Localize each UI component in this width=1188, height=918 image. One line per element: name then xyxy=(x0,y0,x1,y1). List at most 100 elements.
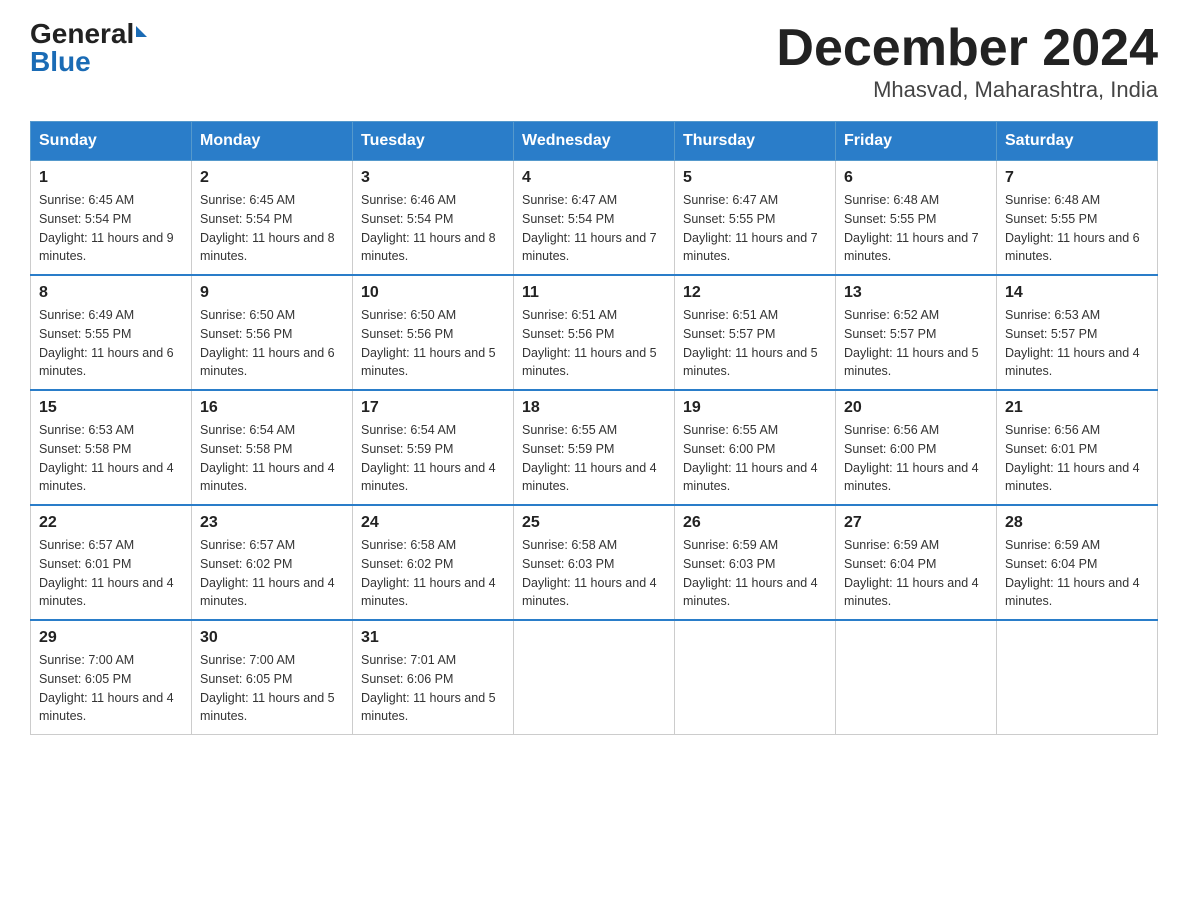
day-number: 27 xyxy=(844,514,988,532)
col-tuesday: Tuesday xyxy=(353,122,514,161)
calendar-week-row: 1 Sunrise: 6:45 AM Sunset: 5:54 PM Dayli… xyxy=(31,161,1158,276)
day-info: Sunrise: 6:53 AM Sunset: 5:58 PM Dayligh… xyxy=(39,421,183,496)
day-number: 19 xyxy=(683,399,827,417)
day-info: Sunrise: 6:45 AM Sunset: 5:54 PM Dayligh… xyxy=(39,191,183,266)
day-info: Sunrise: 6:49 AM Sunset: 5:55 PM Dayligh… xyxy=(39,306,183,381)
table-row: 11 Sunrise: 6:51 AM Sunset: 5:56 PM Dayl… xyxy=(514,275,675,390)
table-row: 16 Sunrise: 6:54 AM Sunset: 5:58 PM Dayl… xyxy=(192,390,353,505)
day-number: 24 xyxy=(361,514,505,532)
col-friday: Friday xyxy=(836,122,997,161)
day-info: Sunrise: 6:56 AM Sunset: 6:00 PM Dayligh… xyxy=(844,421,988,496)
table-row: 25 Sunrise: 6:58 AM Sunset: 6:03 PM Dayl… xyxy=(514,505,675,620)
day-number: 11 xyxy=(522,284,666,302)
day-info: Sunrise: 6:59 AM Sunset: 6:04 PM Dayligh… xyxy=(1005,536,1149,611)
day-info: Sunrise: 6:53 AM Sunset: 5:57 PM Dayligh… xyxy=(1005,306,1149,381)
day-number: 1 xyxy=(39,169,183,187)
day-number: 2 xyxy=(200,169,344,187)
table-row: 31 Sunrise: 7:01 AM Sunset: 6:06 PM Dayl… xyxy=(353,620,514,735)
day-info: Sunrise: 6:55 AM Sunset: 5:59 PM Dayligh… xyxy=(522,421,666,496)
table-row xyxy=(675,620,836,735)
day-number: 10 xyxy=(361,284,505,302)
day-info: Sunrise: 6:47 AM Sunset: 5:54 PM Dayligh… xyxy=(522,191,666,266)
day-number: 18 xyxy=(522,399,666,417)
day-number: 9 xyxy=(200,284,344,302)
logo-sub-text: Blue xyxy=(30,46,91,77)
day-number: 30 xyxy=(200,629,344,647)
table-row: 2 Sunrise: 6:45 AM Sunset: 5:54 PM Dayli… xyxy=(192,161,353,276)
table-row: 13 Sunrise: 6:52 AM Sunset: 5:57 PM Dayl… xyxy=(836,275,997,390)
day-number: 15 xyxy=(39,399,183,417)
table-row: 3 Sunrise: 6:46 AM Sunset: 5:54 PM Dayli… xyxy=(353,161,514,276)
table-row: 20 Sunrise: 6:56 AM Sunset: 6:00 PM Dayl… xyxy=(836,390,997,505)
table-row: 30 Sunrise: 7:00 AM Sunset: 6:05 PM Dayl… xyxy=(192,620,353,735)
col-monday: Monday xyxy=(192,122,353,161)
logo-main-text: General xyxy=(30,18,147,49)
day-info: Sunrise: 7:00 AM Sunset: 6:05 PM Dayligh… xyxy=(39,651,183,726)
table-row: 29 Sunrise: 7:00 AM Sunset: 6:05 PM Dayl… xyxy=(31,620,192,735)
day-number: 12 xyxy=(683,284,827,302)
day-info: Sunrise: 6:58 AM Sunset: 6:02 PM Dayligh… xyxy=(361,536,505,611)
table-row: 10 Sunrise: 6:50 AM Sunset: 5:56 PM Dayl… xyxy=(353,275,514,390)
calendar-title: December 2024 xyxy=(776,20,1158,77)
table-row: 12 Sunrise: 6:51 AM Sunset: 5:57 PM Dayl… xyxy=(675,275,836,390)
day-number: 16 xyxy=(200,399,344,417)
day-info: Sunrise: 6:57 AM Sunset: 6:01 PM Dayligh… xyxy=(39,536,183,611)
day-info: Sunrise: 7:01 AM Sunset: 6:06 PM Dayligh… xyxy=(361,651,505,726)
col-saturday: Saturday xyxy=(997,122,1158,161)
table-row: 5 Sunrise: 6:47 AM Sunset: 5:55 PM Dayli… xyxy=(675,161,836,276)
calendar-subtitle: Mhasvad, Maharashtra, India xyxy=(776,77,1158,103)
page-header: General Blue December 2024 Mhasvad, Maha… xyxy=(30,20,1158,103)
day-info: Sunrise: 6:46 AM Sunset: 5:54 PM Dayligh… xyxy=(361,191,505,266)
table-row: 23 Sunrise: 6:57 AM Sunset: 6:02 PM Dayl… xyxy=(192,505,353,620)
day-number: 17 xyxy=(361,399,505,417)
table-row: 18 Sunrise: 6:55 AM Sunset: 5:59 PM Dayl… xyxy=(514,390,675,505)
day-info: Sunrise: 6:54 AM Sunset: 5:58 PM Dayligh… xyxy=(200,421,344,496)
day-number: 26 xyxy=(683,514,827,532)
day-number: 4 xyxy=(522,169,666,187)
day-number: 7 xyxy=(1005,169,1149,187)
table-row xyxy=(997,620,1158,735)
table-row: 4 Sunrise: 6:47 AM Sunset: 5:54 PM Dayli… xyxy=(514,161,675,276)
day-info: Sunrise: 6:57 AM Sunset: 6:02 PM Dayligh… xyxy=(200,536,344,611)
calendar-week-row: 29 Sunrise: 7:00 AM Sunset: 6:05 PM Dayl… xyxy=(31,620,1158,735)
calendar-title-area: December 2024 Mhasvad, Maharashtra, Indi… xyxy=(776,20,1158,103)
table-row: 9 Sunrise: 6:50 AM Sunset: 5:56 PM Dayli… xyxy=(192,275,353,390)
col-wednesday: Wednesday xyxy=(514,122,675,161)
table-row: 28 Sunrise: 6:59 AM Sunset: 6:04 PM Dayl… xyxy=(997,505,1158,620)
table-row: 24 Sunrise: 6:58 AM Sunset: 6:02 PM Dayl… xyxy=(353,505,514,620)
table-row: 22 Sunrise: 6:57 AM Sunset: 6:01 PM Dayl… xyxy=(31,505,192,620)
calendar-week-row: 22 Sunrise: 6:57 AM Sunset: 6:01 PM Dayl… xyxy=(31,505,1158,620)
day-number: 28 xyxy=(1005,514,1149,532)
calendar-week-row: 15 Sunrise: 6:53 AM Sunset: 5:58 PM Dayl… xyxy=(31,390,1158,505)
table-row: 27 Sunrise: 6:59 AM Sunset: 6:04 PM Dayl… xyxy=(836,505,997,620)
day-info: Sunrise: 6:59 AM Sunset: 6:03 PM Dayligh… xyxy=(683,536,827,611)
day-number: 14 xyxy=(1005,284,1149,302)
day-number: 5 xyxy=(683,169,827,187)
table-row xyxy=(836,620,997,735)
day-number: 6 xyxy=(844,169,988,187)
day-number: 29 xyxy=(39,629,183,647)
day-number: 31 xyxy=(361,629,505,647)
day-info: Sunrise: 6:50 AM Sunset: 5:56 PM Dayligh… xyxy=(200,306,344,381)
day-info: Sunrise: 6:51 AM Sunset: 5:56 PM Dayligh… xyxy=(522,306,666,381)
table-row: 1 Sunrise: 6:45 AM Sunset: 5:54 PM Dayli… xyxy=(31,161,192,276)
day-number: 21 xyxy=(1005,399,1149,417)
table-row: 15 Sunrise: 6:53 AM Sunset: 5:58 PM Dayl… xyxy=(31,390,192,505)
calendar-header-row: Sunday Monday Tuesday Wednesday Thursday… xyxy=(31,122,1158,161)
calendar-table: Sunday Monday Tuesday Wednesday Thursday… xyxy=(30,121,1158,735)
table-row: 7 Sunrise: 6:48 AM Sunset: 5:55 PM Dayli… xyxy=(997,161,1158,276)
table-row: 8 Sunrise: 6:49 AM Sunset: 5:55 PM Dayli… xyxy=(31,275,192,390)
day-number: 20 xyxy=(844,399,988,417)
calendar-week-row: 8 Sunrise: 6:49 AM Sunset: 5:55 PM Dayli… xyxy=(31,275,1158,390)
table-row: 17 Sunrise: 6:54 AM Sunset: 5:59 PM Dayl… xyxy=(353,390,514,505)
day-number: 22 xyxy=(39,514,183,532)
table-row: 6 Sunrise: 6:48 AM Sunset: 5:55 PM Dayli… xyxy=(836,161,997,276)
day-number: 8 xyxy=(39,284,183,302)
day-info: Sunrise: 6:58 AM Sunset: 6:03 PM Dayligh… xyxy=(522,536,666,611)
day-info: Sunrise: 6:47 AM Sunset: 5:55 PM Dayligh… xyxy=(683,191,827,266)
table-row: 26 Sunrise: 6:59 AM Sunset: 6:03 PM Dayl… xyxy=(675,505,836,620)
day-info: Sunrise: 7:00 AM Sunset: 6:05 PM Dayligh… xyxy=(200,651,344,726)
logo: General Blue xyxy=(30,20,147,76)
day-info: Sunrise: 6:51 AM Sunset: 5:57 PM Dayligh… xyxy=(683,306,827,381)
table-row xyxy=(514,620,675,735)
